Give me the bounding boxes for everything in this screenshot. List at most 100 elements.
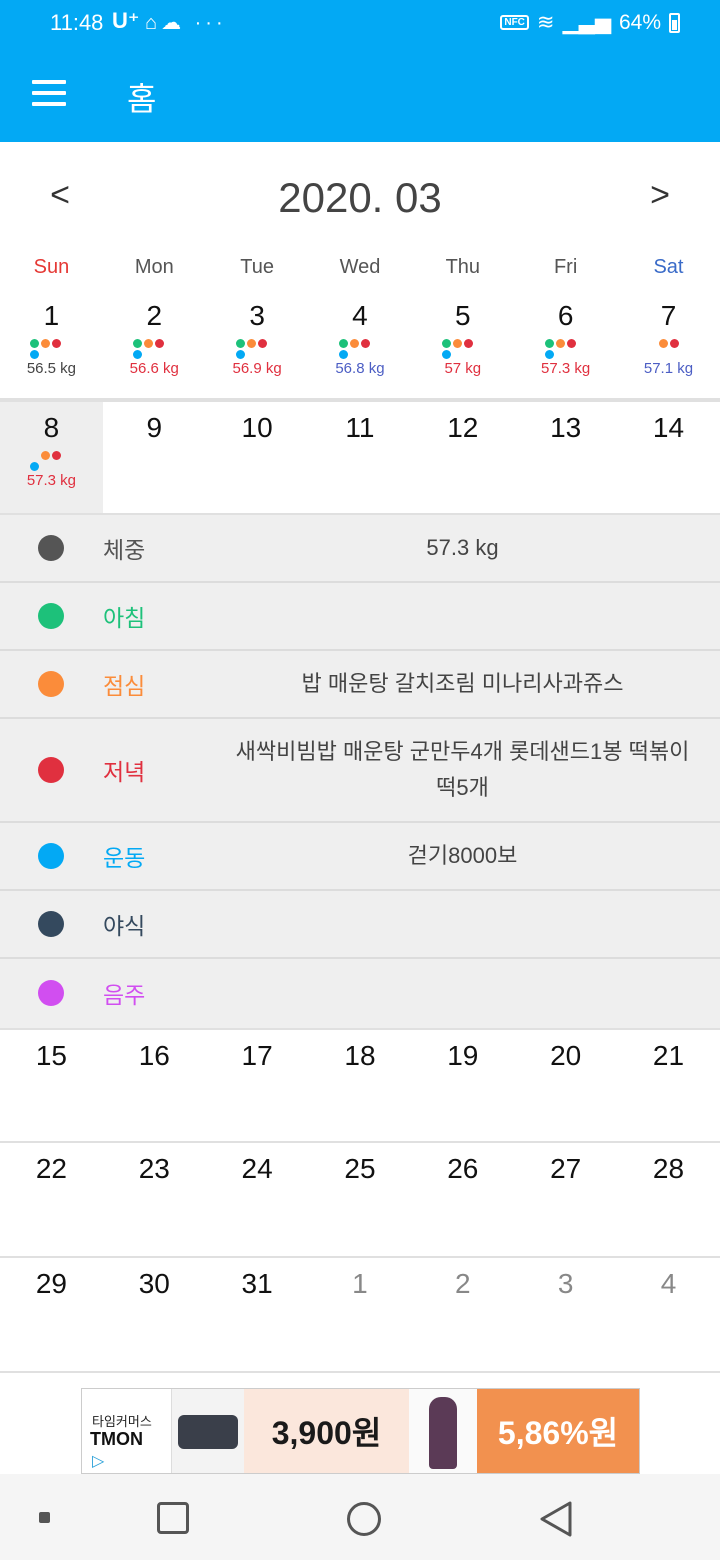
ad-product-image (172, 1389, 244, 1473)
detail-row-late-snack[interactable]: 야식 (0, 891, 720, 959)
calendar-day[interactable]: 19 (411, 1030, 514, 1141)
calendar-day[interactable]: 28 (617, 1143, 720, 1256)
weekday-fri: Fri (553, 256, 578, 278)
lunch-dot (41, 451, 51, 460)
month-title: 2020. 03 (278, 174, 442, 221)
play-icon: ▷ (92, 1453, 105, 1470)
dinner-dot (52, 339, 62, 348)
calendar-week-2: 8 57.3 kg 9 10 11 12 13 14 (0, 400, 720, 515)
calendar-day[interactable]: 18 (309, 1030, 412, 1141)
detail-value: 57.3 kg (426, 535, 499, 560)
calendar-day[interactable]: 5 57 kg (411, 290, 514, 398)
calendar-day[interactable]: 3 56.9 kg (206, 290, 309, 398)
day-number: 17 (241, 1040, 273, 1071)
home-icon[interactable] (347, 1502, 381, 1536)
calendar-day[interactable]: 27 (514, 1143, 617, 1256)
calendar-day-selected[interactable]: 8 57.3 kg (0, 402, 103, 513)
status-right: NFC ≋ ▁▃▅ 64% (500, 10, 680, 35)
calendar-day[interactable]: 1 56.5 kg (0, 290, 103, 398)
calendar-day[interactable]: 24 (206, 1143, 309, 1256)
detail-row-weight[interactable]: 체중 57.3 kg (0, 515, 720, 583)
recents-icon[interactable] (157, 1502, 189, 1534)
calendar-day[interactable]: 30 (103, 1258, 206, 1371)
calendar-day-next-month[interactable]: 1 (309, 1258, 412, 1371)
calendar-day[interactable]: 7 57.1 kg (617, 290, 720, 398)
day-number: 6 (557, 300, 574, 331)
nfc-icon: NFC (500, 15, 529, 30)
detail-row-lunch[interactable]: 점심 밥 매운탕 갈치조림 미나리사과쥬스 (0, 651, 720, 719)
day-weight: 56.8 kg (335, 360, 385, 377)
calendar-day[interactable]: 17 (206, 1030, 309, 1141)
day-number: 2 (146, 300, 163, 331)
day-number: 21 (652, 1040, 685, 1071)
calendar-day[interactable]: 22 (0, 1143, 103, 1256)
detail-row-drinking[interactable]: 음주 (0, 959, 720, 1026)
calendar-day[interactable]: 20 (514, 1030, 617, 1141)
calendar-day[interactable]: 6 57.3 kg (514, 290, 617, 398)
calendar-day-next-month[interactable]: 3 (514, 1258, 617, 1371)
calendar-day[interactable]: 31 (206, 1258, 309, 1371)
detail-label: 점심 (103, 673, 146, 699)
detail-row-breakfast[interactable]: 아침 (0, 583, 720, 651)
calendar-day[interactable]: 26 (411, 1143, 514, 1256)
weekday-sun: Sun (33, 256, 70, 278)
ad-banner[interactable]: 타임커머스 TMON ▷ 3,900원 5,86%원 (81, 1388, 640, 1474)
nav-menu-icon[interactable] (39, 1512, 50, 1523)
calendar-day[interactable]: 21 (617, 1030, 720, 1141)
next-month-button[interactable]: > (640, 176, 680, 215)
calendar-week-4: 22 23 24 25 26 27 28 (0, 1143, 720, 1258)
breakfast-dot-icon (38, 603, 64, 629)
record-dots (330, 334, 390, 360)
calendar-day[interactable]: 13 (514, 402, 617, 513)
battery-percent: 64% (618, 10, 661, 34)
calendar-day-next-month[interactable]: 2 (411, 1258, 514, 1371)
lunch-dot (247, 339, 257, 348)
exercise-dot (441, 350, 451, 359)
calendar-day[interactable]: 10 (206, 402, 309, 513)
breakfast-dot (544, 339, 554, 348)
hamburger-menu-icon[interactable] (32, 80, 66, 106)
weekday-thu: Thu (445, 256, 481, 278)
calendar-day[interactable]: 15 (0, 1030, 103, 1141)
ad-model-image (409, 1389, 477, 1473)
calendar-day-next-month[interactable]: 4 (617, 1258, 720, 1371)
wifi-icon: ≋ (536, 11, 555, 34)
detail-row-dinner[interactable]: 저녁 새싹비빔밥 매운탕 군만두4개 롯데샌드1봉 떡볶이떡5개 (0, 719, 720, 823)
day-weight: 57 kg (444, 360, 482, 377)
app-bar: 홈 (0, 46, 720, 142)
page-title: 홈 (127, 81, 157, 117)
calendar-day[interactable]: 4 56.8 kg (309, 290, 412, 398)
notification-icons: ⌂☁ ··· (145, 12, 227, 34)
signal-icon: ▁▃▅ (562, 11, 611, 34)
exercise-dot (338, 350, 348, 359)
record-dots (21, 334, 81, 360)
calendar-day[interactable]: 9 (103, 402, 206, 513)
calendar-day[interactable]: 29 (0, 1258, 103, 1371)
calendar-day[interactable]: 23 (103, 1143, 206, 1256)
back-icon[interactable] (538, 1500, 574, 1538)
calendar-day[interactable]: 2 56.6 kg (103, 290, 206, 398)
day-weight: 57.3 kg (541, 360, 591, 377)
calendar-day[interactable]: 16 (103, 1030, 206, 1141)
calendar-day[interactable]: 14 (617, 402, 720, 513)
drinking-dot-icon (38, 979, 64, 1006)
detail-row-exercise[interactable]: 운동 걷기8000보 (0, 823, 720, 891)
detail-value: 밥 매운탕 갈치조림 미나리사과쥬스 (301, 671, 624, 696)
calendar-week-1: 1 56.5 kg 2 56.6 kg 3 56.9 kg 4 56.8 kg … (0, 290, 720, 400)
day-number: 5 (455, 300, 471, 331)
day-number: 23 (138, 1153, 170, 1184)
exercise-dot (133, 350, 143, 359)
dinner-dot (360, 339, 370, 348)
day-number: 2 (455, 1268, 471, 1299)
breakfast-dot (236, 339, 246, 348)
day-number: 16 (138, 1040, 170, 1071)
day-number: 15 (35, 1040, 67, 1071)
calendar-day[interactable]: 25 (309, 1143, 412, 1256)
carrier-label: U⁺ (112, 8, 140, 33)
dinner-dot (463, 339, 473, 348)
calendar-day[interactable]: 12 (411, 402, 514, 513)
weekday-sat: Sat (653, 256, 684, 278)
calendar-day[interactable]: 11 (309, 402, 412, 513)
day-number: 8 (43, 412, 60, 443)
exercise-dot (30, 462, 40, 471)
